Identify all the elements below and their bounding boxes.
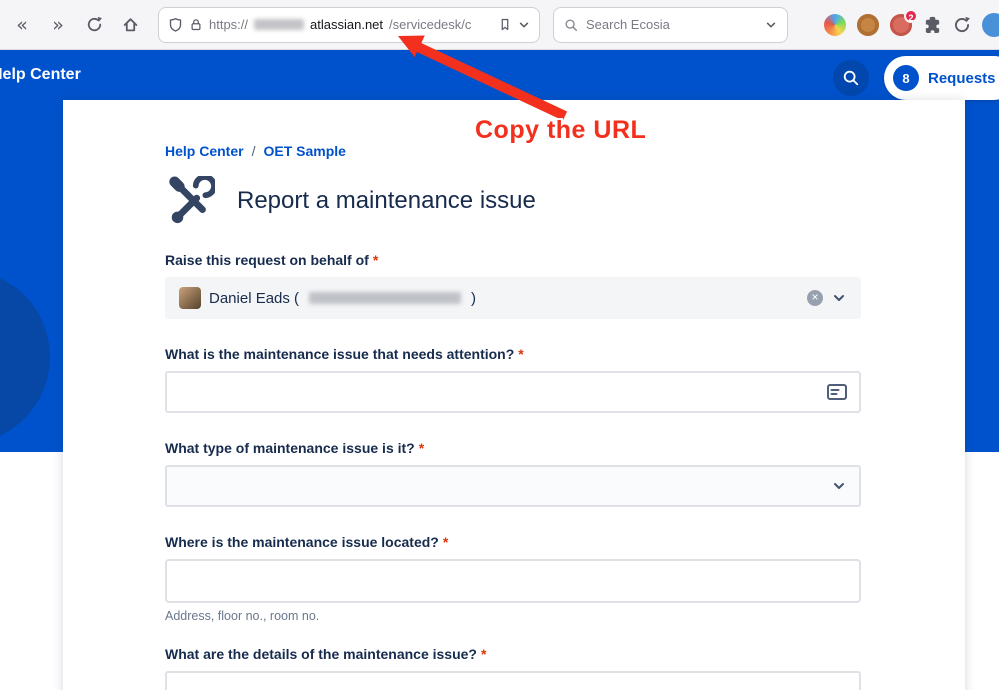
requests-count-badge: 8 [893,65,919,91]
redacted-subdomain [254,19,305,30]
summary-label-text: What is the maintenance issue that needs… [165,346,515,362]
portal-search-button[interactable] [833,60,869,96]
issue-type-label-text: What type of maintenance issue is it? [165,440,415,456]
badged-extension-icon[interactable]: 2 [890,8,918,36]
extension-icon[interactable] [857,13,879,36]
clear-selection-icon[interactable]: × [807,290,823,306]
extensions-puzzle-icon[interactable] [923,15,942,34]
request-form-card: Help Center / OET Sample Report a mainte… [63,100,965,690]
page-title: Report a maintenance issue [237,187,536,214]
behalf-field: Raise this request on behalf of * Daniel … [165,252,861,319]
home-icon [123,18,137,32]
address-card-icon[interactable] [827,384,847,400]
url-domain: atlassian.net [310,17,384,32]
requests-label: Requests [928,69,996,87]
search-engine-icon [565,18,578,31]
breadcrumb-help-center[interactable]: Help Center [165,143,244,159]
location-field: Where is the maintenance issue located? *… [165,534,861,624]
required-asterisk: * [442,534,449,550]
required-asterisk: * [418,440,425,456]
issue-type-label: What type of maintenance issue is it? * [165,440,861,457]
forward-icon: » [52,13,64,36]
ecosia-extension-icon[interactable] [824,13,846,36]
lock-icon[interactable] [189,17,203,32]
details-textarea[interactable] [165,671,861,690]
reload-icon [87,16,102,32]
portal-title: Help Center [0,66,81,83]
chevron-down-icon[interactable] [831,290,847,306]
home-button[interactable] [114,9,146,41]
location-input[interactable] [165,559,861,603]
url-bar[interactable]: https:// atlassian.net /servicedesk/c [158,6,540,43]
decorative-circle [0,270,50,444]
location-label-text: Where is the maintenance issue located? [165,534,439,550]
bookmark-icon[interactable] [498,17,512,32]
details-label: What are the details of the maintenance … [165,646,861,663]
details-field: What are the details of the maintenance … [165,646,861,690]
extension-toolbar-area: 2 [824,8,999,37]
search-placeholder: Search Ecosia [586,17,670,32]
url-path: /servicedesk/c [389,17,472,32]
required-asterisk: * [518,346,524,362]
location-label: Where is the maintenance issue located? * [165,534,861,551]
browser-search-field[interactable]: Search Ecosia [553,6,788,43]
search-dropdown-chevron-icon[interactable] [765,19,777,31]
profile-icon[interactable] [982,12,999,37]
extension-notification-badge: 2 [904,8,918,23]
details-label-text: What are the details of the maintenance … [165,646,477,662]
chevron-down-icon[interactable] [831,478,847,494]
back-icon: « [16,13,28,36]
redacted-email [309,292,462,304]
shield-permissions-icon[interactable] [168,17,183,33]
breadcrumb: Help Center / OET Sample [165,142,861,159]
summary-label: What is the maintenance issue that needs… [165,346,861,363]
requests-button[interactable]: 8 Requests [884,56,999,100]
url-dropdown-chevron-icon[interactable] [518,19,530,31]
maintenance-tools-icon [165,176,215,226]
search-icon [843,70,859,86]
forward-button[interactable]: » [42,9,74,41]
url-protocol: https:// [209,17,249,32]
required-asterisk: * [372,252,379,268]
reload-button[interactable] [78,9,110,41]
issue-type-select[interactable] [165,465,861,507]
breadcrumb-oet-sample[interactable]: OET Sample [263,143,345,159]
summary-input[interactable] [165,371,861,413]
screenshot-root: « » https:// atlassian.net /servicedesk/… [0,0,999,690]
behalf-value-suffix: ) [471,289,477,307]
issue-type-field: What type of maintenance issue is it? * [165,440,861,507]
behalf-label-text: Raise this request on behalf of [165,252,369,268]
required-asterisk: * [480,646,487,662]
location-helper-text: Address, floor no., room no. [165,609,320,623]
browser-toolbar: « » https:// atlassian.net /servicedesk/… [0,0,999,50]
user-avatar [179,287,201,309]
request-type-header: Report a maintenance issue [165,173,861,229]
behalf-select[interactable]: Daniel Eads ( ) × [165,277,861,319]
behalf-label: Raise this request on behalf of * [165,252,861,269]
sync-icon[interactable] [953,16,971,34]
back-button[interactable]: « [6,9,38,41]
breadcrumb-separator: / [251,142,256,159]
behalf-value-prefix: Daniel Eads ( [209,289,300,307]
summary-field: What is the maintenance issue that needs… [165,346,861,413]
request-form: Raise this request on behalf of * Daniel … [165,252,861,690]
